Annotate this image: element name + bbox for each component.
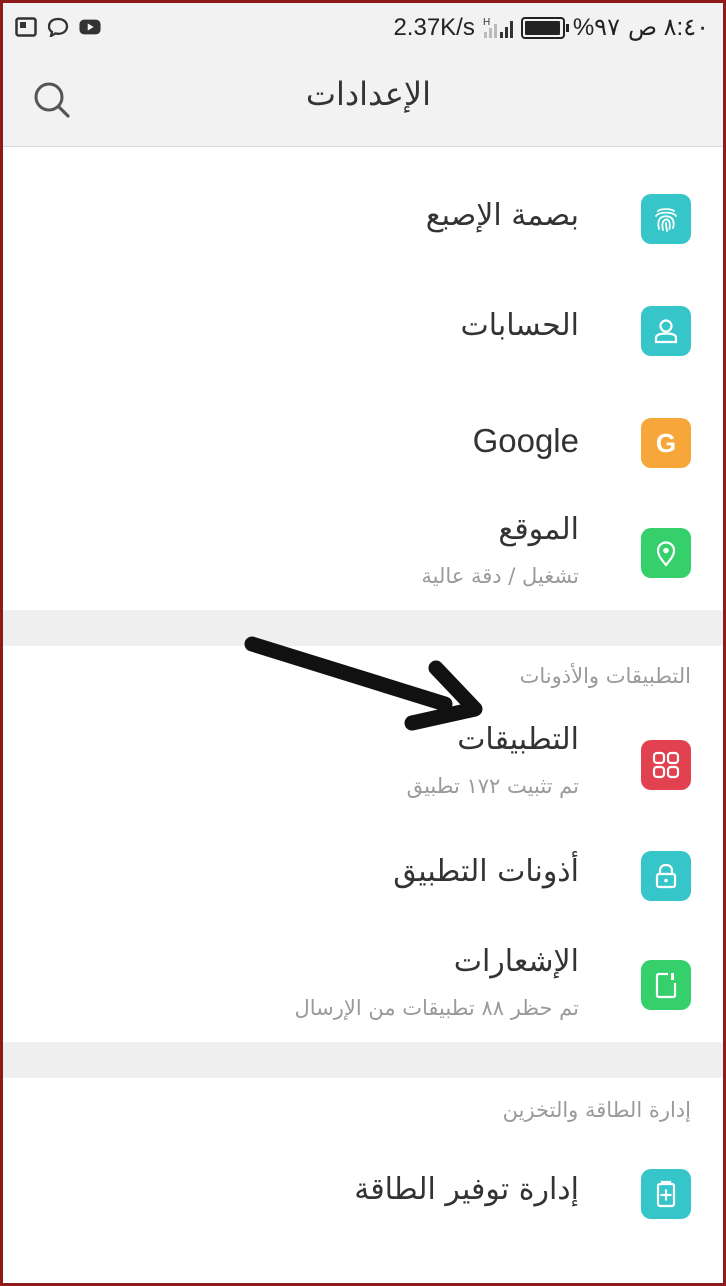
person-icon [641, 306, 691, 356]
item-google[interactable]: G Google [3, 388, 723, 498]
section-header-apps: التطبيقات والأذونات [519, 664, 691, 688]
fingerprint-icon [641, 194, 691, 244]
location-pin-icon [641, 528, 691, 578]
section-header-power: إدارة الطاقة والتخزين [502, 1098, 691, 1122]
chat-bubble-icon [47, 17, 69, 37]
battery-plus-icon [641, 1169, 691, 1219]
battery-percent: %۹۷ [572, 14, 620, 41]
page-title: الإعدادات [305, 75, 431, 113]
item-apps-subtitle: تم تثبيت ١٧٢ تطبيق [406, 774, 579, 798]
status-left-icons [15, 17, 101, 37]
item-fingerprint[interactable]: بصمة الإصبع [3, 148, 723, 288]
lock-icon [641, 851, 691, 901]
item-location-subtitle: تشغيل / دقة عالية [421, 564, 579, 588]
battery-icon [520, 16, 569, 39]
status-right: 2.37K/s H %۹۷ ٨:٤٠ ص [393, 13, 709, 42]
network-speed: 2.37K/s [393, 13, 475, 41]
status-bar: 2.37K/s H %۹۷ ٨:٤٠ ص [3, 3, 723, 53]
item-notifications-title: الإشعارات [453, 944, 579, 979]
settings-section-accounts: بصمة الإصبع الحسابات G Google الموقع تشغ… [3, 148, 723, 610]
screenshot-icon [15, 17, 37, 37]
app-bar: الإعدادات [3, 53, 723, 147]
youtube-icon [79, 19, 101, 35]
google-icon-letter: G [655, 427, 677, 458]
item-notifications-subtitle: تم حظر ٨٨ تطبيقات من الإرسال [294, 996, 579, 1020]
annotation-arrow-icon [244, 636, 483, 731]
google-icon: G [641, 418, 691, 468]
signal-icon: H [483, 17, 513, 38]
apps-grid-icon [641, 740, 691, 790]
notification-icon [641, 960, 691, 1010]
section-divider [3, 1042, 723, 1078]
search-icon [34, 82, 70, 118]
item-battery-saver[interactable]: إدارة توفير الطاقة [3, 1148, 723, 1248]
svg-text:H: H [483, 17, 490, 28]
item-app-permissions-title: أذونات التطبيق [393, 854, 579, 889]
item-fingerprint-title: بصمة الإصبع [425, 198, 579, 233]
search-button[interactable] [31, 79, 73, 121]
item-app-permissions[interactable]: أذونات التطبيق [3, 826, 723, 926]
item-google-title: Google [472, 422, 579, 459]
item-accounts-title: الحسابات [460, 308, 579, 343]
item-accounts[interactable]: الحسابات [3, 268, 723, 388]
clock: ٨:٤٠ ص [627, 14, 709, 41]
item-location[interactable]: الموقع تشغيل / دقة عالية [3, 498, 723, 610]
battery-level [524, 20, 560, 35]
item-location-title: الموقع [498, 512, 579, 547]
settings-section-power: إدارة الطاقة والتخزين إدارة توفير الطاقة [3, 1078, 723, 1283]
item-battery-saver-title: إدارة توفير الطاقة [354, 1172, 579, 1207]
item-notifications[interactable]: الإشعارات تم حظر ٨٨ تطبيقات من الإرسال [3, 922, 723, 1042]
